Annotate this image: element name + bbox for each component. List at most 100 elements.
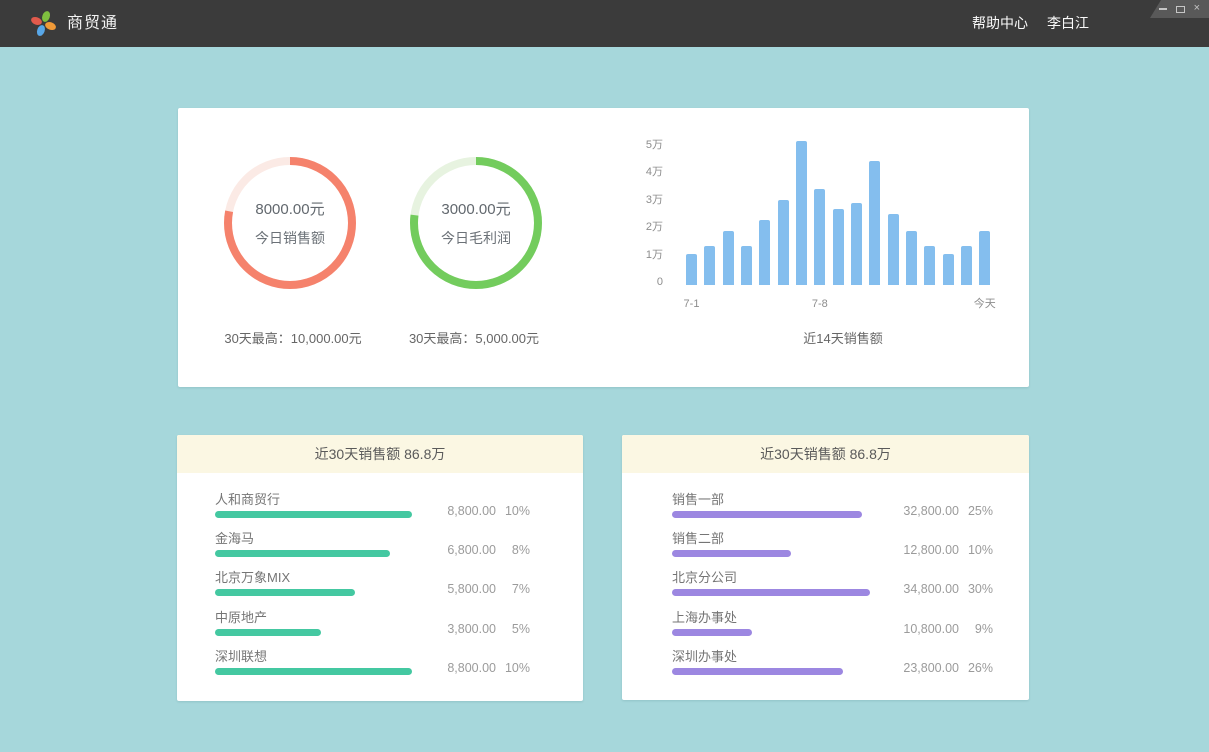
daily-sales-bar xyxy=(723,231,734,285)
rank-row-bar xyxy=(215,668,412,675)
daily-sales-y-tick: 0 xyxy=(603,275,663,289)
rank-row-bar xyxy=(672,511,862,518)
rank-row-label: 北京万象MIX xyxy=(215,570,290,585)
rank-row-amount: 8,800.00 xyxy=(424,504,496,519)
daily-sales-bar xyxy=(741,246,752,285)
rank-row-bar xyxy=(215,629,321,636)
today-sales-gauge: 8000.00元 今日销售额 xyxy=(223,156,357,290)
rank-row: 深圳办事处 23,800.0026% xyxy=(622,649,1029,688)
rank-row-label: 中原地产 xyxy=(215,610,267,625)
rank-row: 北京分公司 34,800.0030% xyxy=(622,570,1029,609)
rank-row-amount: 8,800.00 xyxy=(424,661,496,676)
daily-sales-chart-title: 近14天销售额 xyxy=(723,328,963,347)
rank-row-percent: 7% xyxy=(496,582,530,597)
daily-sales-bar xyxy=(833,209,844,285)
username-menu[interactable]: 李白江 xyxy=(1047,0,1089,47)
rank-row-values: 8,800.0010% xyxy=(424,504,530,519)
daily-sales-x-tick: 7-8 xyxy=(800,297,840,311)
titlebar: 商贸通 帮助中心 李白江 × xyxy=(0,0,1209,47)
daily-sales-x-tick: 今天 xyxy=(965,297,1005,311)
rank-row-label: 上海办事处 xyxy=(672,610,737,625)
today-sales-label: 今日销售额 xyxy=(255,228,325,248)
rank-row-label: 北京分公司 xyxy=(672,570,737,585)
rank-row-bar xyxy=(672,668,843,675)
rank-row-percent: 8% xyxy=(496,543,530,558)
daily-sales-x-tick: 7-1 xyxy=(672,297,712,311)
close-icon[interactable]: × xyxy=(1194,3,1200,14)
today-profit-gauge: 3000.00元 今日毛利润 xyxy=(409,156,543,290)
rank-row-amount: 32,800.00 xyxy=(887,504,959,519)
help-center-link[interactable]: 帮助中心 xyxy=(972,0,1028,47)
rank-row-amount: 5,800.00 xyxy=(424,582,496,597)
customer-sales-header: 近30天销售额 86.8万 xyxy=(177,435,583,473)
daily-sales-bar xyxy=(924,246,935,285)
rank-row-amount: 12,800.00 xyxy=(887,543,959,558)
daily-sales-bar xyxy=(943,254,954,285)
daily-sales-bar xyxy=(796,141,807,285)
rank-row-values: 32,800.0025% xyxy=(887,504,993,519)
today-sales-value: 8000.00元 xyxy=(255,198,324,219)
rank-row-bar xyxy=(672,629,752,636)
maximize-icon[interactable] xyxy=(1176,6,1185,13)
department-sales-card: 近30天销售额 86.8万 销售一部 32,800.0025% 销售二部 12,800… xyxy=(622,435,1029,700)
rank-row-percent: 25% xyxy=(959,504,993,519)
rank-row-values: 5,800.007% xyxy=(424,582,530,597)
rank-row-values: 12,800.0010% xyxy=(887,543,993,558)
daily-sales-y-tick: 3万 xyxy=(603,193,663,207)
daily-sales-bar xyxy=(686,254,697,285)
window-controls: × xyxy=(1150,0,1209,18)
department-sales-header: 近30天销售额 86.8万 xyxy=(622,435,1029,473)
daily-sales-bar xyxy=(961,246,972,285)
rank-row-bar xyxy=(215,550,390,557)
rank-row-bar xyxy=(215,589,355,596)
daily-sales-bar xyxy=(704,246,715,285)
daily-sales-y-tick: 4万 xyxy=(603,165,663,179)
daily-sales-bar xyxy=(851,203,862,285)
daily-sales-bar xyxy=(814,189,825,285)
rank-row-bar xyxy=(672,550,791,557)
rank-row: 销售二部 12,800.0010% xyxy=(622,531,1029,570)
today-profit-label: 今日毛利润 xyxy=(441,228,511,248)
rank-row-percent: 26% xyxy=(959,661,993,676)
rank-row-amount: 10,800.00 xyxy=(887,622,959,637)
rank-row-values: 3,800.005% xyxy=(424,622,530,637)
rank-row: 人和商贸行 8,800.0010% xyxy=(177,492,583,531)
daily-sales-bar xyxy=(869,161,880,285)
rank-row-percent: 10% xyxy=(959,543,993,558)
rank-row-bar xyxy=(672,589,870,596)
rank-row-amount: 3,800.00 xyxy=(424,622,496,637)
rank-row-values: 34,800.0030% xyxy=(887,582,993,597)
rank-row: 深圳联想 8,800.0010% xyxy=(177,649,583,688)
daily-sales-bar xyxy=(979,231,990,285)
daily-sales-bar xyxy=(778,200,789,285)
daily-sales-y-tick: 1万 xyxy=(603,248,663,262)
rank-row: 中原地产 3,800.005% xyxy=(177,610,583,649)
rank-row-bar xyxy=(215,511,412,518)
profit-30day-max-note: 30天最高：5,000.00元 xyxy=(354,328,594,347)
rank-row-percent: 9% xyxy=(959,622,993,637)
daily-sales-bars xyxy=(686,144,992,285)
rank-row-label: 人和商贸行 xyxy=(215,492,280,507)
rank-row-label: 深圳办事处 xyxy=(672,649,737,664)
rank-row-percent: 30% xyxy=(959,582,993,597)
rank-row-amount: 23,800.00 xyxy=(887,661,959,676)
rank-row-label: 销售二部 xyxy=(672,531,724,546)
daily-sales-y-tick: 2万 xyxy=(603,220,663,234)
rank-row: 北京万象MIX 5,800.007% xyxy=(177,570,583,609)
rank-row-label: 销售一部 xyxy=(672,492,724,507)
rank-row: 金海马6,800.008% xyxy=(177,531,583,570)
rank-row: 销售一部 32,800.0025% xyxy=(622,492,1029,531)
today-profit-value: 3000.00元 xyxy=(441,198,510,219)
rank-row-values: 23,800.0026% xyxy=(887,661,993,676)
rank-row-amount: 6,800.00 xyxy=(424,543,496,558)
rank-row-values: 6,800.008% xyxy=(424,543,530,558)
rank-row-values: 8,800.0010% xyxy=(424,661,530,676)
rank-row-amount: 34,800.00 xyxy=(887,582,959,597)
rank-row-label: 深圳联想 xyxy=(215,649,267,664)
app-window: 商贸通 帮助中心 李白江 × 8000.00元 今日销售额 xyxy=(0,0,1209,752)
rank-row-values: 10,800.009% xyxy=(887,622,993,637)
minimize-icon[interactable] xyxy=(1159,8,1167,10)
customer-sales-card: 近30天销售额 86.8万 人和商贸行 8,800.0010% 金海马6,800.0… xyxy=(177,435,583,701)
app-logo-pinwheel-icon xyxy=(29,9,58,38)
daily-sales-y-tick: 5万 xyxy=(603,138,663,152)
